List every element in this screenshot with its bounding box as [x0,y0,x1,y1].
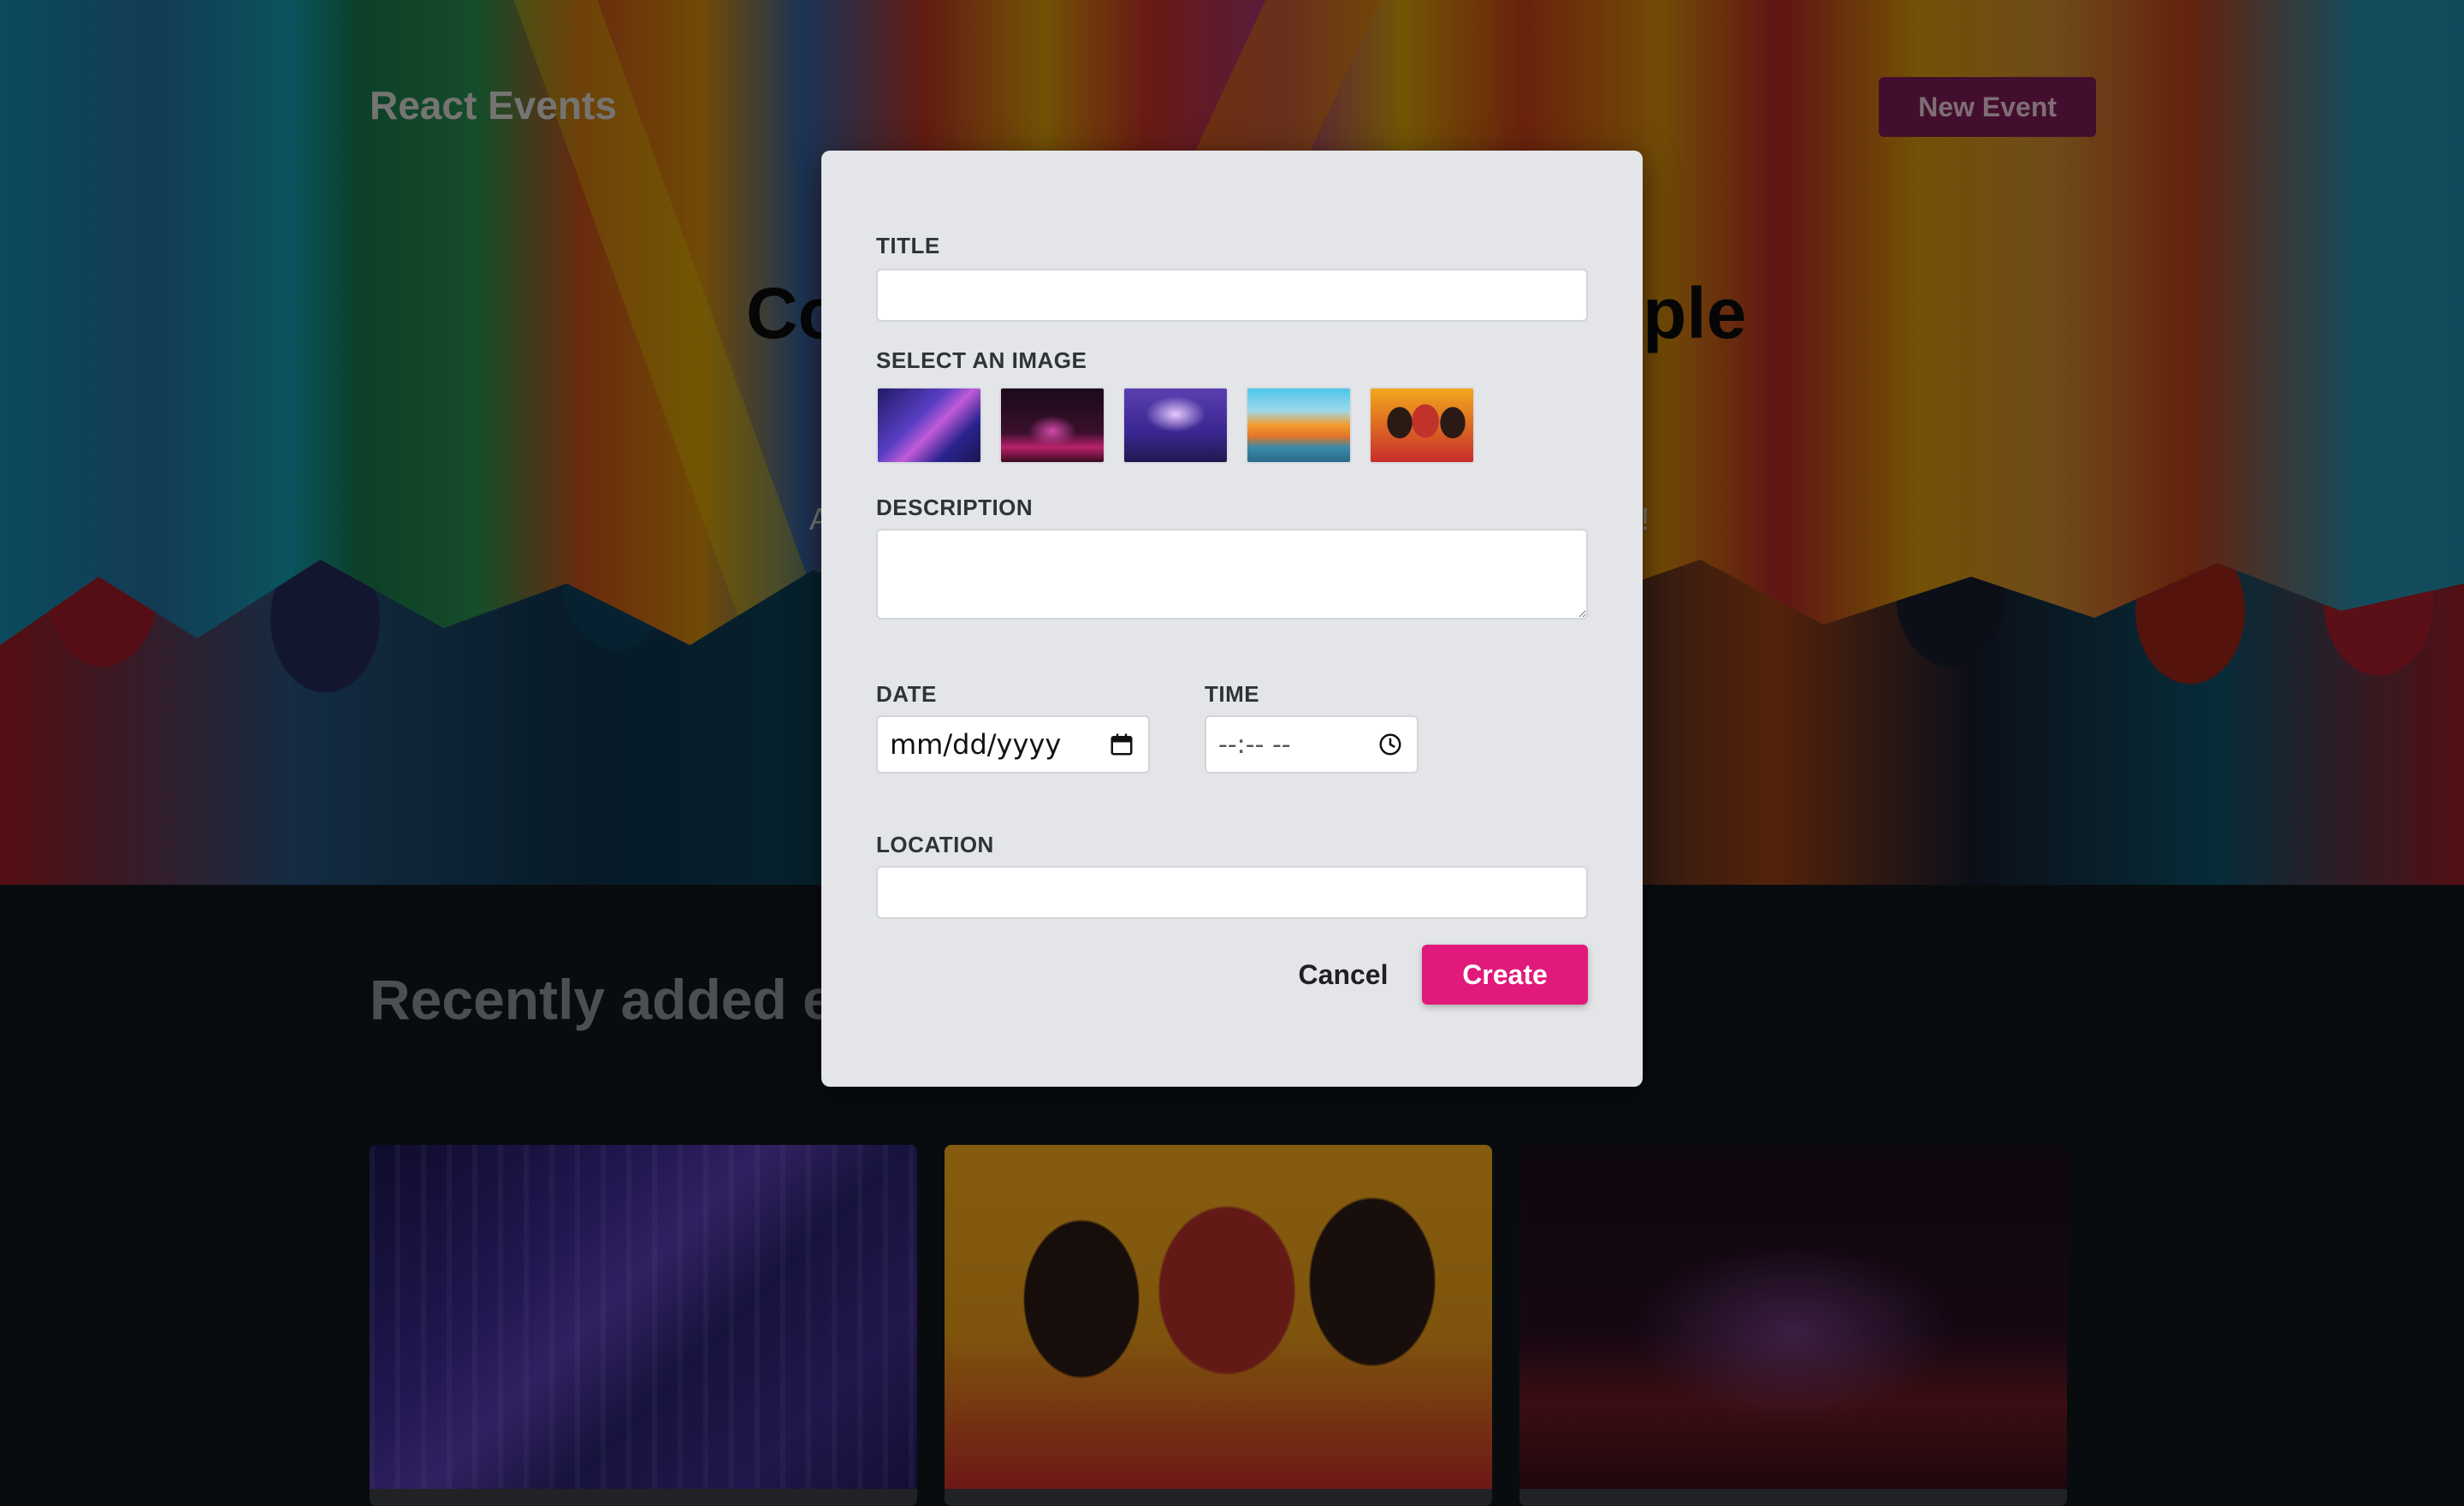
image-option-laptop-pink[interactable] [999,387,1105,464]
image-option-women-laptops[interactable] [1369,387,1475,464]
image-option-city-river[interactable] [1246,387,1352,464]
time-placeholder: --:-- -- [1218,729,1291,760]
create-button[interactable]: Create [1422,945,1588,1005]
location-label: LOCATION [876,832,994,857]
image-option-concert-crowd[interactable] [1122,387,1229,464]
image-option-city-night[interactable] [876,387,982,464]
date-input[interactable]: mm/dd/yyyy [876,715,1150,774]
description-textarea[interactable] [876,529,1588,620]
cancel-button[interactable]: Cancel [1266,945,1420,1005]
location-input[interactable] [876,866,1588,919]
select-image-label: SELECT AN IMAGE [876,347,1087,373]
time-input[interactable]: --:-- -- [1205,715,1419,774]
date-label: DATE [876,681,937,707]
date-placeholder: mm/dd/yyyy [890,728,1062,761]
title-label: TITLE [876,233,940,258]
time-label: TIME [1205,681,1260,707]
clock-icon[interactable] [1376,730,1405,759]
new-event-modal: TITLE SELECT AN IMAGE DESCRIPTION DATE m… [821,151,1643,1087]
calendar-icon[interactable] [1107,730,1136,759]
title-input[interactable] [876,269,1588,322]
description-label: DESCRIPTION [876,495,1034,520]
